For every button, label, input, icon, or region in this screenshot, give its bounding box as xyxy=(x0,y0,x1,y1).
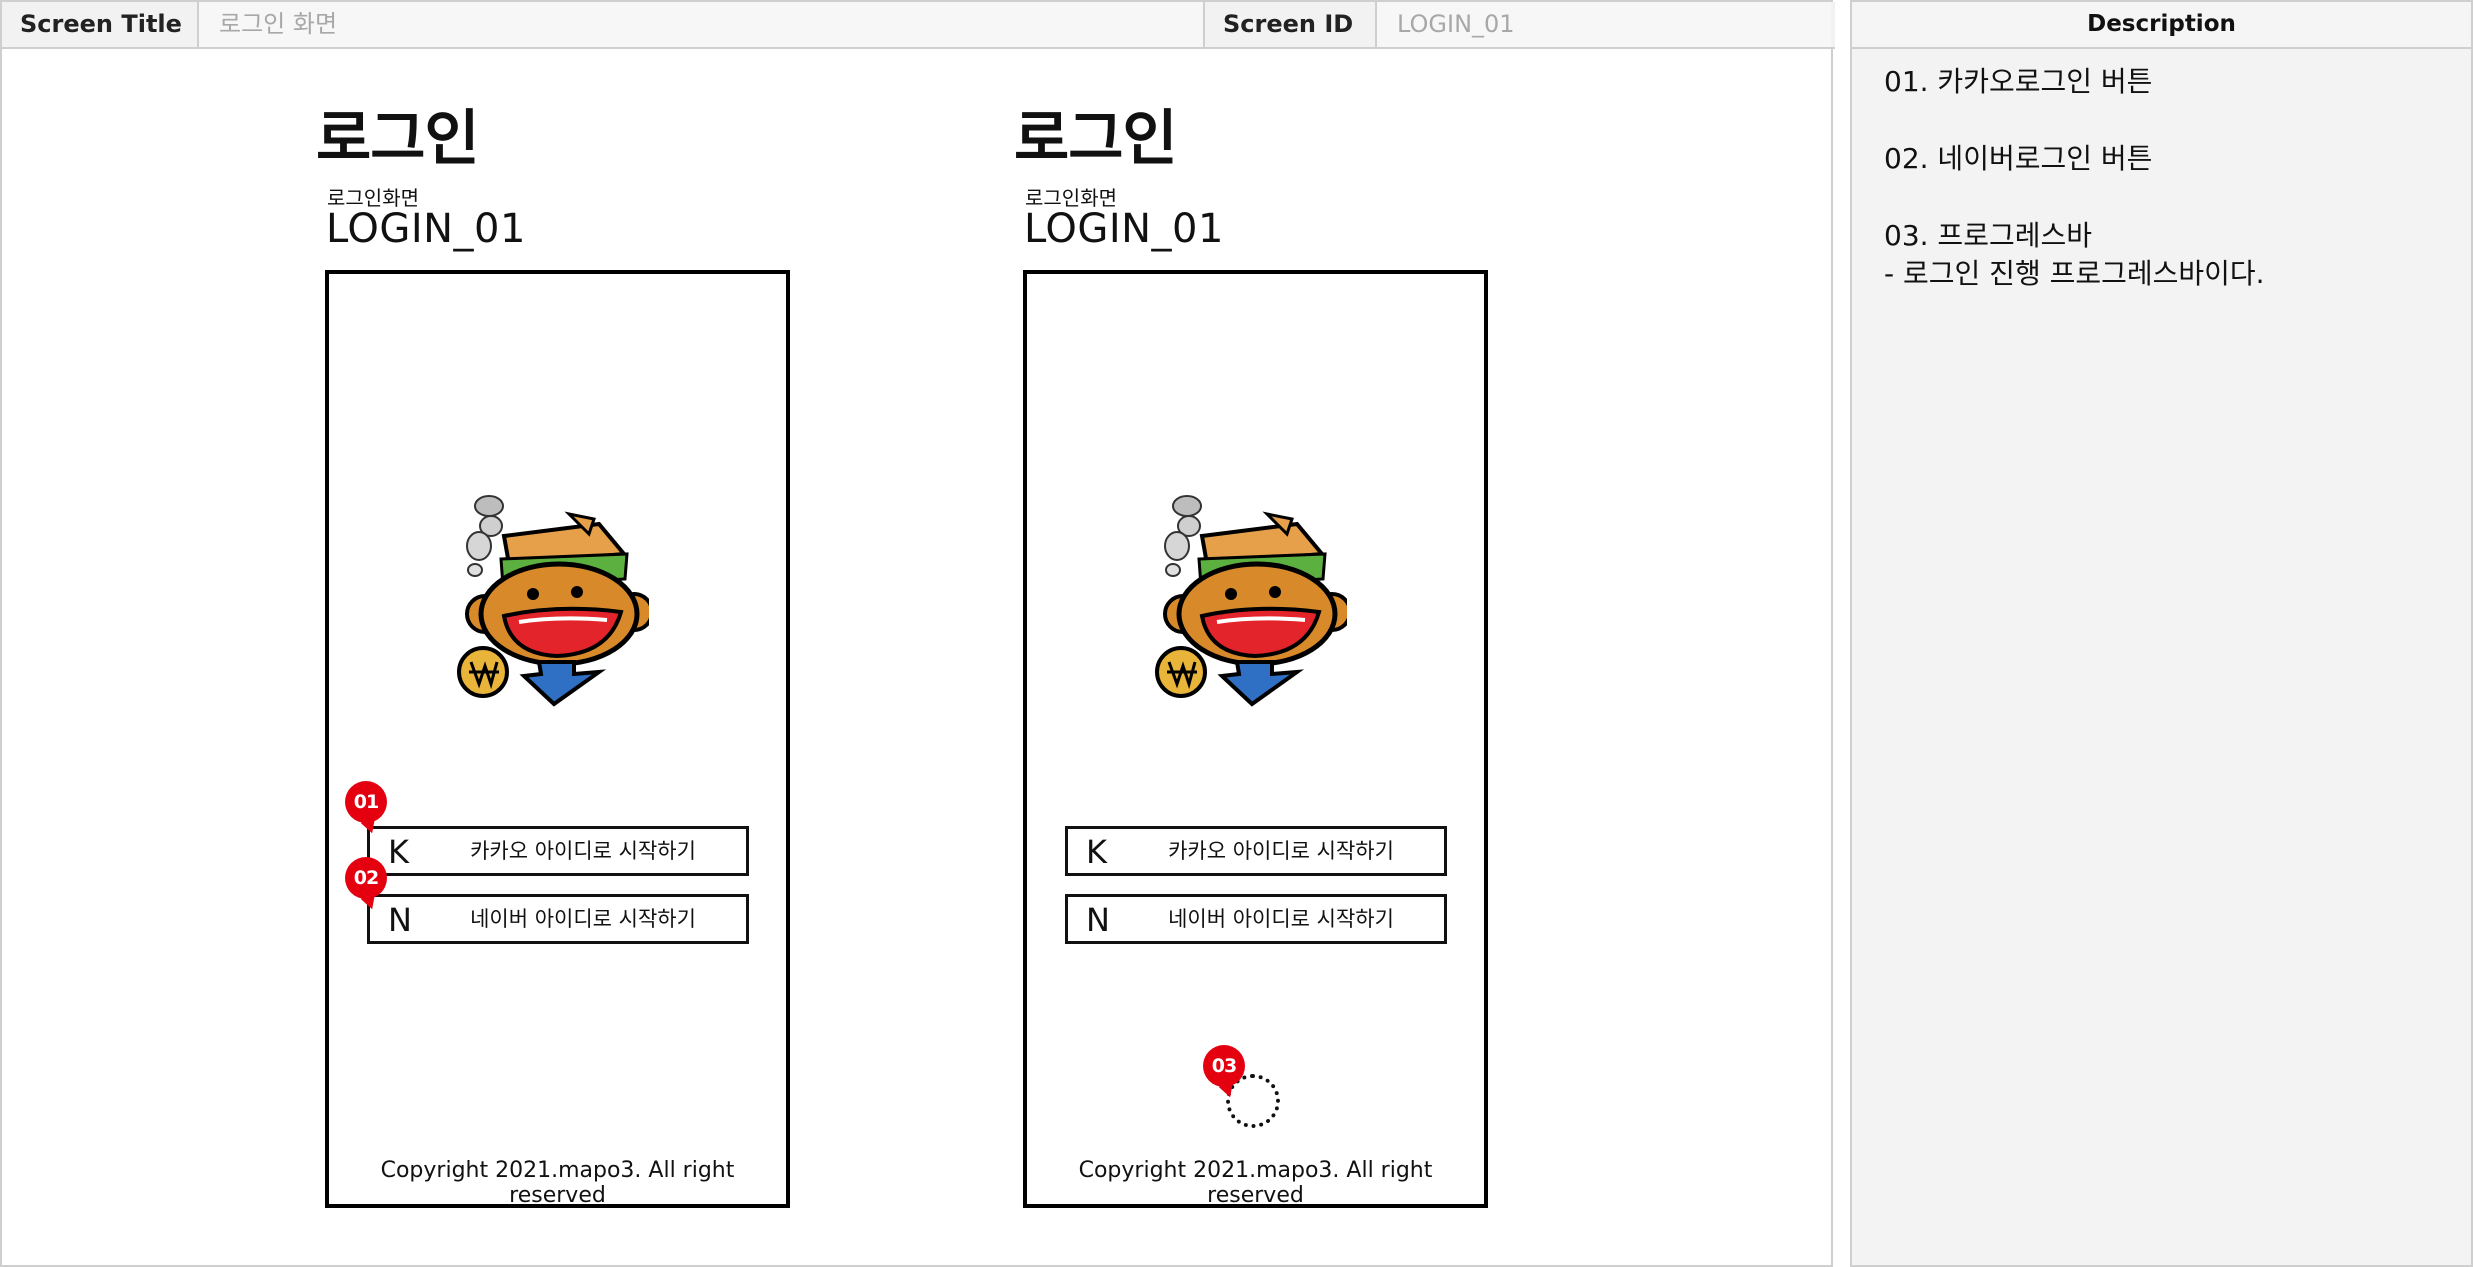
mascot-icon xyxy=(1155,495,1347,707)
annotation-badge-03: 03 xyxy=(1203,1045,1245,1087)
mockup-heading: 로그인 xyxy=(1014,104,1178,174)
description-item-text: 03. 프로그레스바 xyxy=(1884,219,2092,252)
kakao-login-label: 카카오 아이디로 시작하기 xyxy=(470,839,696,863)
copyright-text: Copyright 2021.mapo3. All right reserved xyxy=(1078,1158,1433,1208)
naver-icon: N xyxy=(388,901,412,939)
naver-login-button[interactable]: N 네이버 아이디로 시작하기 xyxy=(367,894,749,944)
description-list: 01. 카카오로그인 버튼 02. 네이버로그인 버튼 03. 프로그레스바 -… xyxy=(1852,49,2471,293)
storyboard-document: Screen Title 로그인 화면 Screen ID LOGIN_01 로… xyxy=(0,0,1835,1267)
description-panel: Description 01. 카카오로그인 버튼 02. 네이버로그인 버튼 … xyxy=(1850,0,2473,1267)
description-item-text: 01. 카카오로그인 버튼 xyxy=(1884,65,2153,98)
kakao-login-button[interactable]: K 카카오 아이디로 시작하기 xyxy=(1065,826,1447,876)
description-title: Description xyxy=(1852,2,2471,49)
kakao-icon: K xyxy=(1086,833,1107,871)
description-item: 03. 프로그레스바 - 로그인 진행 프로그레스바이다. xyxy=(1884,217,2471,293)
naver-login-label: 네이버 아이디로 시작하기 xyxy=(470,907,696,931)
description-item-text: 02. 네이버로그인 버튼 xyxy=(1884,142,2153,175)
naver-icon: N xyxy=(1086,901,1110,939)
mockup-screen-id: LOGIN_01 xyxy=(326,206,526,252)
naver-login-button[interactable]: N 네이버 아이디로 시작하기 xyxy=(1065,894,1447,944)
kakao-login-label: 카카오 아이디로 시작하기 xyxy=(1168,839,1394,863)
description-item-detail: - 로그인 진행 프로그레스바이다. xyxy=(1884,257,2265,290)
annotation-badge-01: 01 xyxy=(345,781,387,823)
naver-login-label: 네이버 아이디로 시작하기 xyxy=(1168,907,1394,931)
phone-frame: K 카카오 아이디로 시작하기 N 네이버 아이디로 시작하기 Copyrigh… xyxy=(1023,270,1488,1208)
mascot-icon xyxy=(457,495,649,707)
description-item: 02. 네이버로그인 버튼 xyxy=(1884,140,2471,178)
description-item: 01. 카카오로그인 버튼 xyxy=(1884,63,2471,101)
mockup-heading: 로그인 xyxy=(316,104,480,174)
mockup-screen-id: LOGIN_01 xyxy=(1024,206,1224,252)
annotation-badge-02: 02 xyxy=(345,857,387,899)
kakao-icon: K xyxy=(388,833,409,871)
kakao-login-button[interactable]: K 카카오 아이디로 시작하기 xyxy=(367,826,749,876)
screen-mockup-2: 로그인 로그인화면 LOGIN_01 K 카카오 아이디로 시작하기 N 네이버… xyxy=(702,2,1602,1267)
